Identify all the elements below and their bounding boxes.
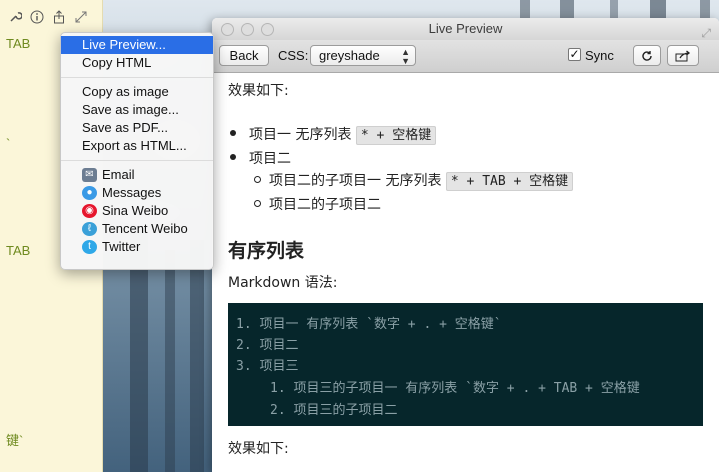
close-window-button[interactable] (221, 23, 234, 36)
sub-list-item: 项目二的子项目一 无序列表 * + TAB + 空格键 (254, 170, 574, 191)
code-line: 2. 项目二 (236, 338, 299, 353)
menu-item-email[interactable]: ✉ Email (61, 166, 213, 184)
menu-item-copy-html[interactable]: Copy HTML (61, 54, 213, 72)
share-button[interactable] (667, 45, 699, 66)
back-button[interactable]: Back (219, 45, 269, 66)
bullet-icon (230, 130, 236, 136)
zoom-window-button[interactable] (261, 23, 274, 36)
ordered-list-heading: 有序列表 (228, 240, 305, 262)
share-icon (675, 50, 691, 65)
inline-code: * + 空格键 (355, 126, 437, 145)
effect-label: 效果如下: (228, 441, 289, 457)
menu-item-twitter[interactable]: t Twitter (61, 238, 213, 256)
effect-label: 效果如下: (228, 83, 289, 99)
fullscreen-icon[interactable] (74, 10, 88, 24)
code-block: 1. 项目一 有序列表 `数字 + . + 空格键` 2. 项目二 3. 项目三… (228, 303, 703, 426)
code-line: 3. 项目三 (236, 359, 299, 374)
css-theme-value: greyshade (319, 48, 380, 63)
sina-weibo-icon: ◉ (82, 204, 97, 218)
preview-content[interactable]: 效果如下: 项目一 无序列表 * + 空格键 项目二 项目二的子项目一 无序列表… (212, 72, 719, 472)
sub-list-item: 项目二的子项目二 (254, 194, 381, 214)
sync-label: Sync (585, 48, 614, 63)
menu-item-tencent-weibo[interactable]: ℓ Tencent Weibo (61, 220, 213, 238)
editor-text-line: TAB (6, 243, 31, 258)
menu-separator (61, 160, 213, 161)
circle-bullet-icon (254, 176, 261, 183)
editor-text-line: 键` (6, 433, 24, 448)
refresh-button[interactable] (633, 45, 661, 66)
sync-checkbox[interactable]: ✓ (568, 48, 581, 61)
circle-bullet-icon (254, 200, 261, 207)
css-theme-select[interactable]: greyshade ▲ ▼ (310, 45, 416, 66)
refresh-icon (641, 50, 653, 65)
list-item: 项目一 无序列表 * + 空格键 (230, 124, 437, 145)
share-icon[interactable] (52, 10, 66, 24)
syntax-label: Markdown 语法: (228, 275, 338, 291)
menu-item-export-html[interactable]: Export as HTML... (61, 137, 213, 155)
editor-toolbar (0, 0, 102, 34)
css-label: CSS: (278, 48, 309, 63)
preview-toolbar: Back CSS: greyshade ▲ ▼ ✓ Sync (212, 40, 719, 73)
code-line: 1. 项目一 有序列表 `数字 + . + 空格键` (236, 317, 502, 332)
menu-separator (61, 77, 213, 78)
menu-item-messages[interactable]: ● Messages (61, 184, 213, 202)
email-icon: ✉ (82, 168, 97, 182)
code-line: 1. 项目三的子项目一 有序列表 `数字 + . + TAB + 空格键 (270, 381, 640, 396)
info-icon[interactable] (30, 10, 44, 24)
menu-item-live-preview[interactable]: Live Preview... (61, 36, 213, 54)
editor-text-line: ` (6, 136, 11, 151)
window-titlebar: Live Preview ⤢ (212, 18, 719, 40)
share-menu: Live Preview... Copy HTML Copy as image … (60, 32, 214, 270)
clipped-line (228, 72, 528, 78)
bullet-icon (230, 154, 236, 160)
menu-item-save-as-pdf[interactable]: Save as PDF... (61, 119, 213, 137)
code-line: 2. 项目三的子项目二 (270, 403, 398, 418)
live-preview-window: Live Preview ⤢ Back CSS: greyshade ▲ ▼ ✓ … (212, 18, 719, 472)
messages-icon: ● (82, 186, 97, 200)
menu-item-sina-weibo[interactable]: ◉ Sina Weibo (61, 202, 213, 220)
tencent-weibo-icon: ℓ (82, 222, 97, 236)
minimize-window-button[interactable] (241, 23, 254, 36)
inline-code: * + TAB + 空格键 (445, 172, 574, 191)
list-item: 项目二 (230, 148, 291, 168)
window-title: Live Preview (428, 21, 503, 36)
editor-text-line: TAB (6, 36, 31, 51)
select-arrows-icon: ▲ ▼ (401, 47, 410, 66)
menu-item-save-as-image[interactable]: Save as image... (61, 101, 213, 119)
wrench-icon[interactable] (8, 10, 23, 24)
menu-item-copy-as-image[interactable]: Copy as image (61, 83, 213, 101)
twitter-icon: t (82, 240, 97, 254)
